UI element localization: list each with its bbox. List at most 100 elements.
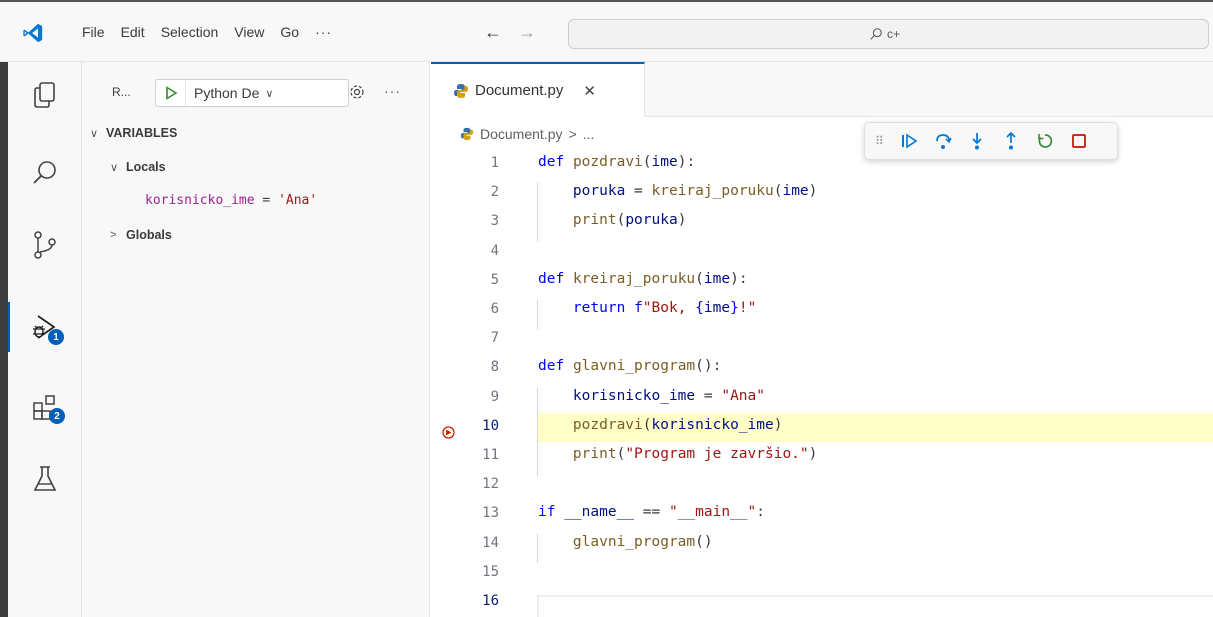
continue-icon xyxy=(902,133,918,149)
activity-run-debug[interactable]: 1 xyxy=(8,302,82,352)
search-text: c+ xyxy=(887,27,901,41)
code-line: 12 xyxy=(431,471,1213,500)
python-file-icon xyxy=(460,127,474,141)
breadcrumb-file[interactable]: Document.py xyxy=(480,126,562,142)
search-icon xyxy=(33,161,56,184)
step-into-icon xyxy=(972,133,982,150)
variable-row[interactable]: korisnicko_ime = 'Ana' xyxy=(145,193,317,208)
play-icon xyxy=(165,86,178,100)
code-line: 3 print(poruka) xyxy=(431,208,1213,237)
step-over-icon xyxy=(936,134,952,149)
line-number: 7 xyxy=(490,330,499,347)
restart-icon xyxy=(1038,134,1053,148)
continue-button[interactable] xyxy=(899,131,919,151)
line-number: 10 xyxy=(482,417,499,434)
menu-more-button[interactable]: ··· xyxy=(307,24,340,40)
line-number: 11 xyxy=(482,447,499,463)
line-number: 8 xyxy=(490,359,499,376)
indent-guide xyxy=(537,300,538,329)
line-number: 5 xyxy=(490,271,499,288)
activity-bar: 1 2 xyxy=(0,62,82,617)
sidebar-title: R... xyxy=(112,85,131,99)
navigation-arrows: ← → xyxy=(484,22,536,43)
variables-section-header[interactable]: ∨ VARIABLES xyxy=(90,126,177,140)
breadcrumb: Document.py > ... xyxy=(460,126,594,142)
line-number: 9 xyxy=(490,388,499,405)
menu-go[interactable]: Go xyxy=(272,24,307,40)
menu-edit[interactable]: Edit xyxy=(113,24,153,40)
code-line: 4 xyxy=(431,238,1213,267)
stop-button[interactable] xyxy=(1069,131,1089,151)
chevron-right-icon: > xyxy=(110,229,117,241)
chevron-down-icon: ∨ xyxy=(265,87,274,100)
code-line: 14 glavni_program() xyxy=(431,530,1213,559)
code-line: 9 korisnicko_ime = "Ana" xyxy=(431,384,1213,413)
code-line: 15 xyxy=(431,559,1213,588)
menu-view[interactable]: View xyxy=(226,24,272,40)
sidebar-header: R... Python De ∨ ··· xyxy=(82,76,430,108)
menu-bar: File Edit Selection View Go ··· xyxy=(74,24,340,40)
line-number: 6 xyxy=(490,301,499,317)
tab-label: Document.py xyxy=(475,82,564,99)
variable-value: 'Ana' xyxy=(278,193,318,208)
activity-explorer[interactable] xyxy=(8,70,82,120)
code-line: 11 print("Program je završio.") xyxy=(431,442,1213,471)
run-debug-sidebar: R... Python De ∨ ··· ∨ VARIABLES ∨ Local… xyxy=(82,62,430,617)
locals-scope[interactable]: ∨ Locals xyxy=(110,160,166,174)
menu-file[interactable]: File xyxy=(74,24,113,40)
code-line: 6 return f"Bok, {ime}!" xyxy=(431,296,1213,325)
code-editor[interactable]: 1 def pozdravi(ime): 2 poruka = kreiraj_… xyxy=(431,150,1213,617)
breakpoint-current-icon[interactable] xyxy=(442,426,455,439)
step-into-button[interactable] xyxy=(967,131,987,151)
extensions-badge: 2 xyxy=(49,408,65,424)
start-debugging-button[interactable] xyxy=(156,80,186,106)
activity-search[interactable] xyxy=(8,148,82,198)
variables-header-label: VARIABLES xyxy=(106,126,178,140)
explorer-icon xyxy=(34,82,55,108)
tab-document-py[interactable]: Document.py ✕ xyxy=(431,62,645,117)
step-out-icon xyxy=(1006,132,1016,150)
restart-button[interactable] xyxy=(1035,131,1055,151)
python-file-icon xyxy=(454,83,468,98)
vscode-logo-icon[interactable] xyxy=(22,22,44,44)
breadcrumb-more[interactable]: ... xyxy=(583,126,595,142)
arrow-forward-icon[interactable]: → xyxy=(518,22,536,43)
line-number: 13 xyxy=(482,505,499,522)
step-over-button[interactable] xyxy=(933,131,953,151)
activity-testing[interactable] xyxy=(8,454,82,504)
indent-guide xyxy=(537,183,538,241)
current-execution-line: 10 pozdravi(korisnicko_ime) xyxy=(431,412,1213,442)
title-bar: File Edit Selection View Go ··· ← → c+ xyxy=(0,0,1213,62)
code-line: 13 if __name__ == "__main__": xyxy=(431,500,1213,529)
chevron-down-icon: ∨ xyxy=(90,127,99,140)
step-out-button[interactable] xyxy=(1001,131,1021,151)
close-icon[interactable]: ✕ xyxy=(583,82,596,100)
code-line: 5 def kreiraj_poruku(ime): xyxy=(431,267,1213,296)
locals-label: Locals xyxy=(126,160,166,174)
cursor-line-border xyxy=(537,595,1213,617)
globals-label: Globals xyxy=(126,228,172,242)
line-number: 4 xyxy=(490,242,499,259)
more-actions-button[interactable]: ··· xyxy=(384,83,401,99)
launch-configuration-dropdown[interactable]: Python De ∨ xyxy=(155,79,349,107)
line-number: 15 xyxy=(482,563,499,580)
editor-tab-bar: Document.py ✕ xyxy=(431,62,1213,117)
arrow-back-icon[interactable]: ← xyxy=(484,22,502,43)
breadcrumb-separator: > xyxy=(568,126,577,142)
code-line: 8 def glavni_program(): xyxy=(431,354,1213,383)
command-center-search[interactable]: c+ xyxy=(568,19,1209,49)
drag-handle-icon[interactable]: ⠿ xyxy=(875,134,885,148)
debug-badge: 1 xyxy=(48,329,64,345)
indent-guide xyxy=(537,388,538,476)
line-number: 3 xyxy=(490,213,499,230)
line-number: 12 xyxy=(482,476,499,493)
code-line: 2 poruka = kreiraj_poruku(ime) xyxy=(431,179,1213,208)
menu-selection[interactable]: Selection xyxy=(153,24,227,40)
globals-scope[interactable]: > Globals xyxy=(110,228,172,242)
chevron-down-icon: ∨ xyxy=(110,161,119,174)
code-line: 7 xyxy=(431,325,1213,354)
activity-source-control[interactable] xyxy=(8,220,82,270)
gear-icon[interactable] xyxy=(348,83,366,101)
variable-name: korisnicko_ime xyxy=(145,193,255,208)
activity-extensions[interactable]: 2 xyxy=(8,382,82,432)
